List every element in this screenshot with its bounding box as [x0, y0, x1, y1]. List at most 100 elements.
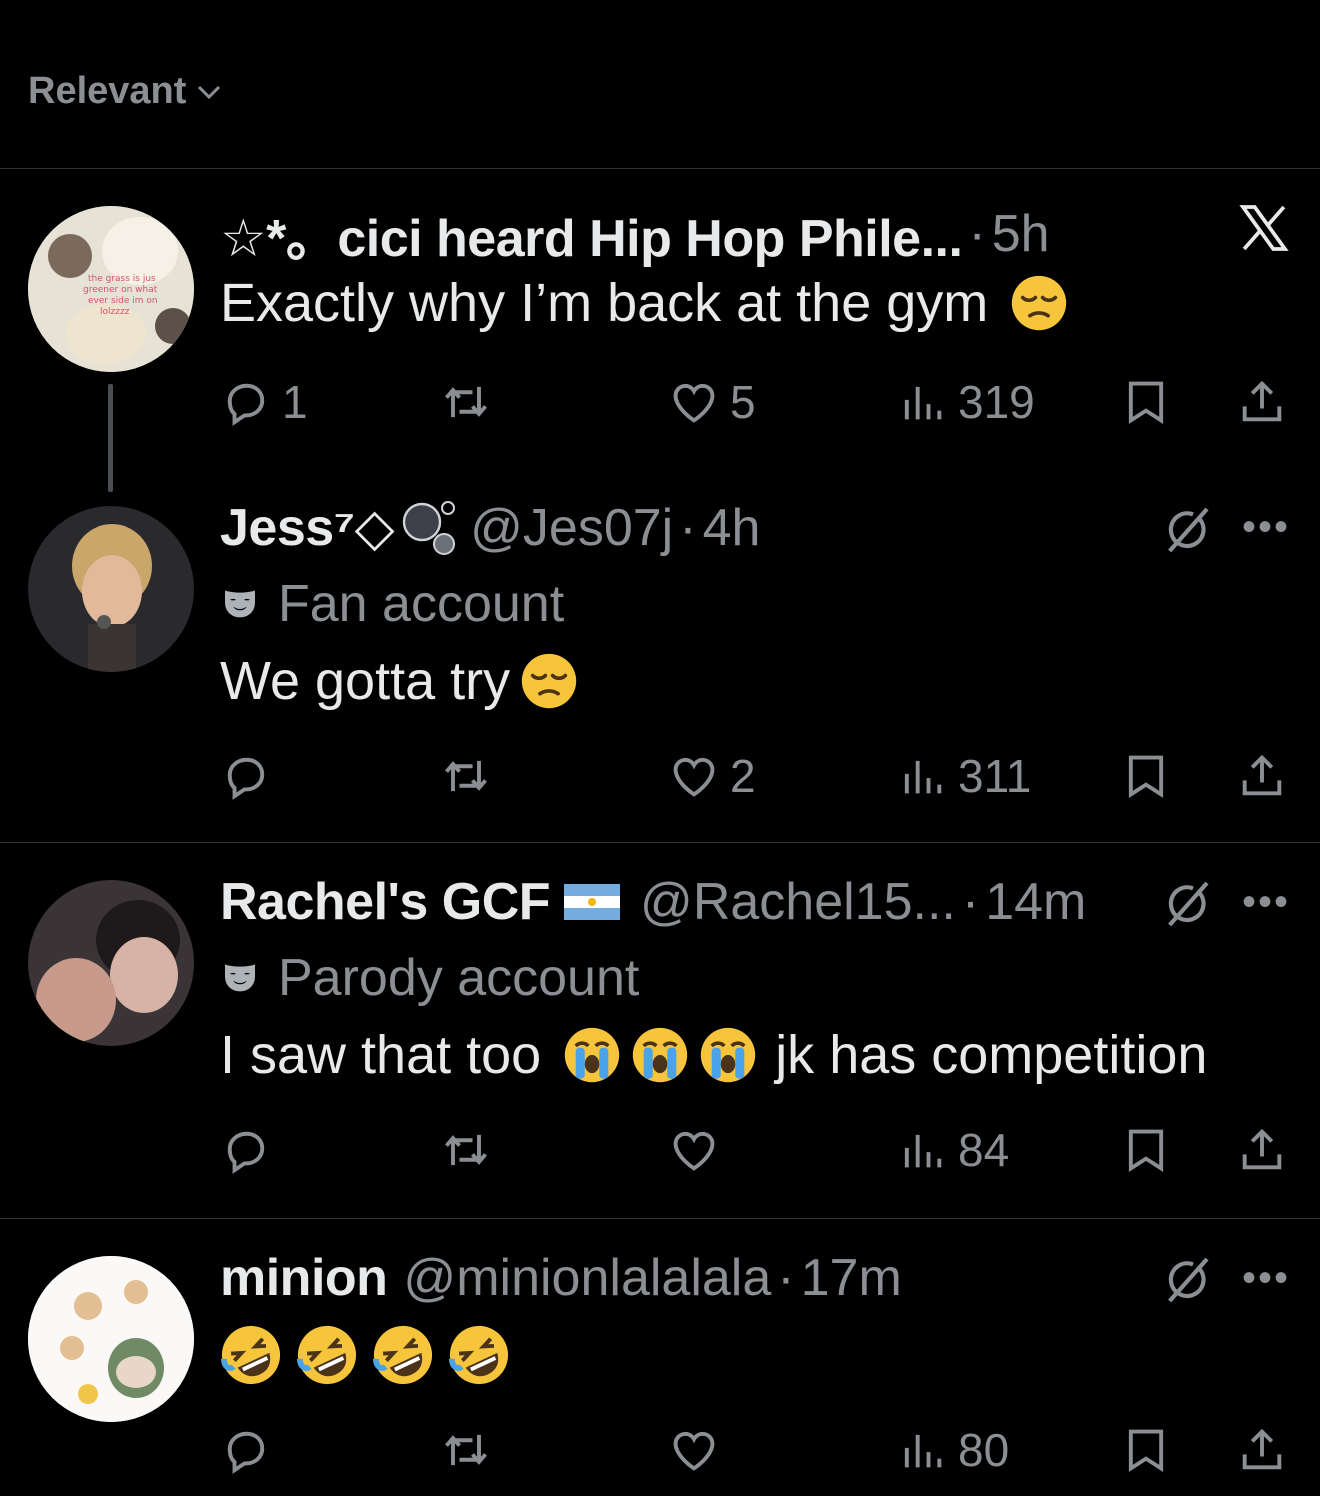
post-text: I saw that too jk has competition	[220, 1024, 1207, 1086]
like-button[interactable]	[668, 1120, 720, 1180]
mask-icon	[220, 584, 260, 624]
share-icon	[1236, 1424, 1288, 1476]
badge-label: Fan account	[278, 575, 565, 633]
views-icon	[896, 750, 948, 802]
avatar-image	[28, 880, 194, 1046]
handle[interactable]: @Jes07j	[470, 498, 673, 558]
svg-text:the grass is jus: the grass is jus	[88, 274, 156, 284]
post-text-before: I saw that too	[220, 1025, 542, 1085]
post-text	[220, 1324, 510, 1386]
divider	[0, 1218, 1320, 1219]
bookmark-icon	[1120, 376, 1172, 428]
x-logo-icon[interactable]	[1236, 200, 1292, 261]
post-text-content: We gotta try	[220, 651, 511, 711]
heart-icon	[668, 750, 720, 802]
reply-icon	[220, 750, 272, 802]
display-name[interactable]: Rachel's GCF	[220, 872, 551, 932]
grok-icon[interactable]	[1158, 876, 1214, 937]
share-button[interactable]	[1236, 1120, 1288, 1180]
retweet-button[interactable]	[440, 1120, 492, 1180]
like-button[interactable]: 2	[668, 746, 756, 806]
avatar[interactable]	[28, 1256, 194, 1422]
retweet-button[interactable]	[440, 1420, 492, 1480]
flag-icon	[564, 884, 621, 920]
separator-dot: ·	[961, 873, 980, 931]
views-icon	[896, 376, 948, 428]
reply-icon	[220, 1124, 272, 1176]
avatar[interactable]	[28, 880, 194, 1046]
view-count: 319	[958, 376, 1035, 428]
timestamp[interactable]: 5h	[992, 204, 1050, 264]
like-button[interactable]	[668, 1420, 720, 1480]
timestamp[interactable]: 17m	[801, 1248, 902, 1308]
retweet-icon	[440, 376, 492, 428]
account-badge[interactable]: Fan account	[220, 574, 564, 634]
handle[interactable]: @minionlalalala	[403, 1248, 771, 1308]
separator-dot: ·	[777, 1249, 795, 1307]
share-button[interactable]	[1236, 746, 1288, 806]
rofl-emoji-icon	[372, 1324, 434, 1386]
view-count: 311	[958, 750, 1032, 802]
post-text-content: Exactly why I’m back at the gym	[220, 273, 989, 333]
avatar-image	[28, 506, 194, 672]
account-badge[interactable]: Parody account	[220, 948, 639, 1008]
display-name[interactable]: minion	[220, 1248, 388, 1308]
reply-button[interactable]	[220, 746, 272, 806]
share-button[interactable]	[1236, 372, 1288, 432]
view-count: 84	[958, 1124, 1010, 1176]
timestamp[interactable]: 14m	[985, 872, 1086, 932]
display-name[interactable]: ☆*。cici heard Hip Hop Phile...	[220, 196, 963, 271]
timestamp[interactable]: 4h	[703, 498, 761, 558]
separator-dot: ·	[968, 204, 986, 263]
sort-label: Relevant	[28, 70, 187, 112]
bookmark-icon	[1120, 1124, 1172, 1176]
like-count: 2	[730, 750, 756, 802]
views-button[interactable]: 319	[896, 372, 1035, 432]
heart-icon	[668, 1424, 720, 1476]
grok-icon[interactable]	[1158, 1252, 1214, 1313]
handle[interactable]: @Rachel15...	[640, 872, 956, 932]
bubbles-icon	[402, 501, 456, 555]
reply-count: 1	[282, 376, 308, 428]
svg-text:ever side im on: ever side im on	[88, 296, 158, 306]
sort-dropdown[interactable]: Relevant	[28, 70, 224, 113]
reply-button[interactable]: 1	[220, 372, 308, 432]
action-bar: 84	[220, 1120, 1290, 1180]
views-icon	[896, 1124, 948, 1176]
share-icon	[1236, 376, 1288, 428]
views-button[interactable]: 80	[896, 1420, 1009, 1480]
post-header: ☆*。cici heard Hip Hop Phile... · 5h	[220, 196, 1050, 271]
view-count: 80	[958, 1424, 1010, 1476]
bookmark-icon	[1120, 750, 1172, 802]
avatar-image	[28, 1256, 194, 1422]
share-icon	[1236, 1124, 1288, 1176]
views-button[interactable]: 84	[896, 1120, 1009, 1180]
mask-icon	[220, 958, 260, 998]
bookmark-button[interactable]	[1120, 746, 1172, 806]
share-button[interactable]	[1236, 1420, 1288, 1480]
action-bar: 1 5 319	[220, 372, 1290, 432]
svg-text:lolzzzz: lolzzzz	[100, 307, 130, 317]
badge-label: Parody account	[278, 949, 640, 1007]
more-icon[interactable]: •••	[1242, 880, 1290, 925]
retweet-button[interactable]	[440, 372, 492, 432]
like-button[interactable]: 5	[668, 372, 756, 432]
post-text-after: jk has competition	[775, 1025, 1208, 1085]
display-name[interactable]: Jess⁷◇	[220, 498, 395, 558]
grok-icon[interactable]	[1158, 502, 1214, 563]
bookmark-button[interactable]	[1120, 1120, 1172, 1180]
retweet-button[interactable]	[440, 746, 492, 806]
avatar[interactable]	[28, 506, 194, 672]
avatar[interactable]: the grass is jus greener on what ever si…	[28, 206, 194, 372]
bookmark-button[interactable]	[1120, 1420, 1172, 1480]
reply-button[interactable]	[220, 1420, 272, 1480]
retweet-icon	[440, 750, 492, 802]
more-icon[interactable]: •••	[1242, 505, 1290, 550]
share-icon	[1236, 750, 1288, 802]
bookmark-button[interactable]	[1120, 372, 1172, 432]
reply-button[interactable]	[220, 1120, 272, 1180]
pensive-emoji-icon	[1010, 274, 1068, 332]
more-icon[interactable]: •••	[1242, 1256, 1290, 1301]
post-header: Jess⁷◇ @Jes07j · 4h	[220, 498, 760, 558]
views-button[interactable]: 311	[896, 746, 1031, 806]
